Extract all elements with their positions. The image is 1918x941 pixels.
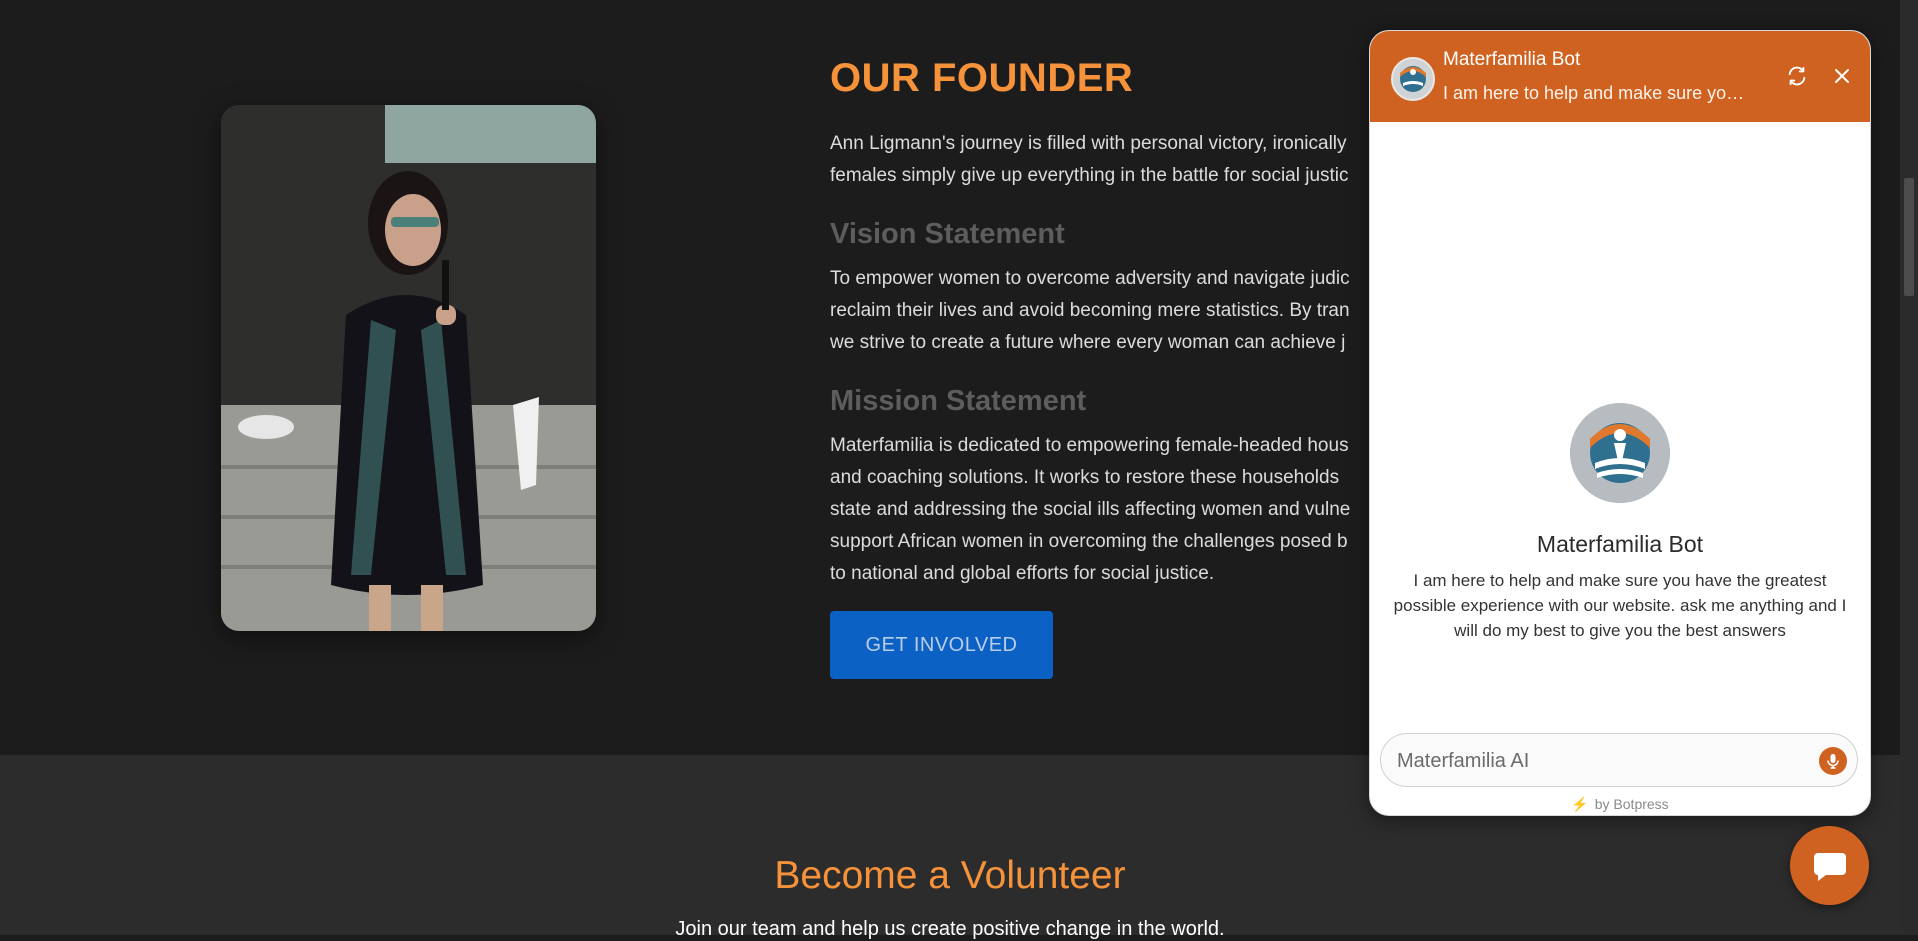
mission-heading: Mission Statement	[830, 385, 1087, 417]
bot-logo-icon	[1393, 59, 1433, 99]
chat-widget: Materfamilia Bot I am here to help and m…	[1369, 30, 1871, 816]
founder-intro-line-1: Ann Ligmann's journey is filled with per…	[830, 133, 1347, 154]
microphone-icon	[1827, 754, 1839, 769]
close-button[interactable]	[1828, 62, 1856, 90]
vision-line-2: reclaim their lives and avoid becoming m…	[830, 300, 1350, 321]
bot-avatar-small	[1391, 57, 1435, 101]
powered-by-text: by Botpress	[1594, 796, 1669, 812]
refresh-icon	[1788, 66, 1806, 86]
mission-line-3: state and addressing the social ills aff…	[830, 499, 1351, 520]
close-icon	[1835, 69, 1849, 83]
founder-photo	[221, 105, 596, 631]
chat-input[interactable]	[1395, 734, 1799, 788]
scrollbar-thumb[interactable]	[1904, 178, 1914, 296]
vision-line-1: To empower women to overcome adversity a…	[830, 268, 1350, 289]
chat-header-title: Materfamilia Bot	[1443, 49, 1581, 70]
mission-line-2: and coaching solutions. It works to rest…	[830, 467, 1340, 488]
mission-line-5: to national and global efforts for socia…	[830, 563, 1215, 584]
powered-by[interactable]: ⚡ by Botpress	[1370, 796, 1870, 813]
chat-launcher-button[interactable]	[1790, 826, 1869, 905]
vision-line-3: we strive to create a future where every…	[830, 332, 1346, 353]
bot-avatar-large	[1570, 403, 1670, 503]
page-scrollbar[interactable]	[1900, 0, 1918, 935]
mission-line-1: Materfamilia is dedicated to empowering …	[830, 435, 1349, 456]
bot-description: I am here to help and make sure you have…	[1393, 571, 1847, 640]
lightning-icon: ⚡	[1571, 796, 1589, 812]
mission-line-4: support African women in overcoming the …	[830, 531, 1348, 552]
founder-title: OUR FOUNDER	[830, 56, 1134, 100]
founder-photo-image	[221, 105, 596, 631]
bot-name: Materfamilia Bot	[1536, 531, 1704, 557]
vision-heading: Vision Statement	[830, 218, 1065, 250]
bot-logo-icon	[1570, 403, 1670, 503]
chat-header-subtitle: I am here to help and make sure you have…	[1443, 83, 1753, 103]
volunteer-title: Become a Volunteer	[774, 854, 1126, 897]
chat-input-container	[1380, 733, 1858, 788]
volunteer-subtitle: Join our team and help us create positiv…	[675, 918, 1225, 940]
chat-header: Materfamilia Bot I am here to help and m…	[1370, 31, 1870, 122]
refresh-button[interactable]	[1783, 62, 1811, 90]
get-involved-button[interactable]: GET INVOLVED	[830, 611, 1053, 679]
microphone-button[interactable]	[1819, 747, 1847, 775]
founder-intro-line-2: females simply give up everything in the…	[830, 165, 1349, 186]
chat-bubble-icon	[1813, 852, 1846, 881]
